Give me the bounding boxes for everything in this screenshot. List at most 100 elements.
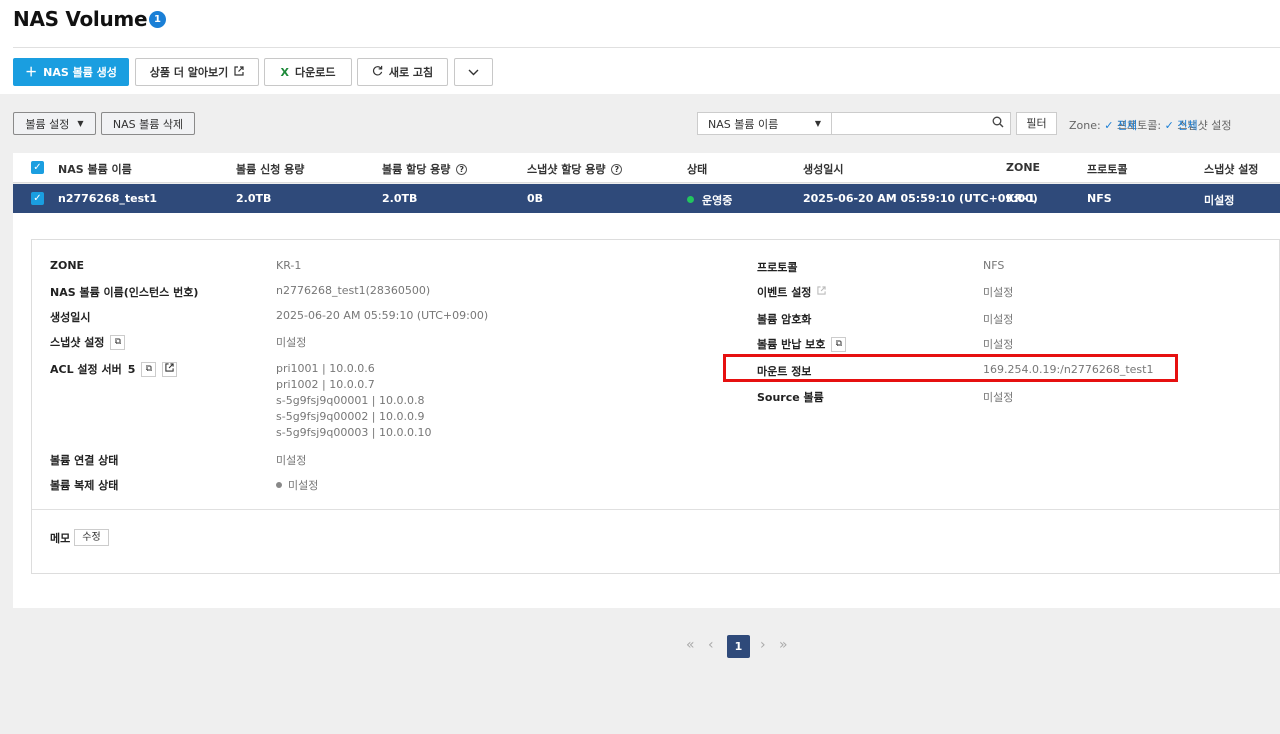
detail-connection-value: 미설정 — [276, 454, 307, 467]
detail-encryption-label: 볼륨 암호화 — [757, 313, 812, 326]
caret-down-icon: ▼ — [77, 119, 84, 128]
table-row[interactable]: ✓ n2776268_test1 2.0TB 2.0TB 0B 운영중 2025… — [13, 184, 1280, 213]
col-requested-capacity[interactable]: 볼륨 신청 용량 — [236, 161, 304, 177]
filter-zone-key: Zone: — [1069, 119, 1101, 132]
detail-replication-value: 미설정 — [276, 477, 318, 493]
col-zone[interactable]: ZONE — [1006, 161, 1040, 174]
download-label: 다운로드 — [295, 66, 336, 79]
detail-event-label-text: 이벤트 설정 — [757, 286, 812, 299]
detail-source-volume-label: Source 볼륨 — [757, 391, 824, 404]
plus-icon: ＋ — [25, 65, 38, 79]
search-input[interactable] — [838, 116, 978, 132]
external-link-icon[interactable] — [817, 286, 827, 298]
search-box — [832, 112, 1011, 135]
detail-connection-label: 볼륨 연결 상태 — [50, 454, 119, 467]
filter-button[interactable]: 필터 — [1016, 112, 1057, 135]
detail-acl-label-text: ACL 설정 서버 — [50, 363, 122, 376]
col-snapshot-setting[interactable]: 스냅샷 설정 — [1204, 161, 1258, 177]
detail-replication-value-text: 미설정 — [288, 479, 319, 492]
detail-protocol-value: NFS — [983, 259, 1005, 272]
more-dropdown-button[interactable] — [454, 58, 493, 86]
filter-zone-value: 전체 — [1116, 119, 1138, 132]
cell-snapshot: 미설정 — [1204, 194, 1235, 207]
memo-label: 메모 — [50, 532, 71, 545]
copy-icon[interactable]: ⧉ — [141, 361, 157, 377]
chevron-down-icon — [468, 66, 479, 79]
detail-zone-label: ZONE — [50, 259, 85, 272]
detail-source-volume-value: 미설정 — [983, 391, 1014, 404]
detail-zone-value: KR-1 — [276, 259, 302, 272]
next-page-icon[interactable]: › — [760, 637, 766, 653]
refresh-icon — [372, 65, 383, 79]
create-nas-volume-button[interactable]: ＋ NAS 볼륨 생성 — [13, 58, 129, 86]
detail-divider — [32, 509, 1280, 510]
excel-icon: X — [280, 65, 289, 79]
search-field-select[interactable]: NAS 볼륨 이름 ▼ — [697, 112, 832, 135]
prev-page-icon[interactable]: ‹ — [708, 637, 714, 653]
filter-protocol-value: 전체 — [1177, 119, 1198, 132]
help-icon[interactable]: ? — [611, 164, 623, 175]
copy-icon[interactable]: ⧉ — [110, 334, 126, 350]
refresh-button[interactable]: 새로 고침 — [357, 58, 448, 86]
search-field-selected: NAS 볼륨 이름 — [708, 117, 779, 131]
volume-settings-dropdown[interactable]: 볼륨 설정 ▼ — [13, 112, 96, 135]
col-created[interactable]: 생성일시 — [803, 161, 843, 177]
detail-event-value: 미설정 — [983, 286, 1014, 299]
detail-return-protection-label: 볼륨 반납 보호 ⧉ — [757, 336, 847, 352]
acl-server-item: pri1001 | 10.0.0.6 — [276, 362, 375, 375]
col-allocated-label: 볼륨 할당 용량 — [382, 163, 451, 176]
learn-more-button[interactable]: 상품 더 알아보기 — [135, 58, 259, 86]
cell-status-label: 운영중 — [702, 194, 733, 207]
detail-created-label: 생성일시 — [50, 311, 91, 324]
check-icon: ✓ — [1104, 119, 1114, 132]
cell-zone: KR-1 — [1006, 192, 1036, 205]
last-page-icon[interactable]: » — [779, 637, 788, 653]
page-title: NAS Volume — [13, 7, 148, 31]
cell-allocated: 2.0TB — [382, 192, 418, 205]
detail-snapshot-value: 미설정 — [276, 336, 307, 349]
detail-return-protection-label-text: 볼륨 반납 보호 — [757, 338, 826, 351]
download-button[interactable]: X 다운로드 — [264, 58, 352, 86]
detail-snapshot-label: 스냅샷 설정 ⧉ — [50, 334, 126, 350]
col-protocol[interactable]: 프로토콜 — [1087, 161, 1127, 177]
detail-replication-label: 볼륨 복제 상태 — [50, 479, 119, 492]
detail-volume-name-label: NAS 볼륨 이름(인스턴스 번호) — [50, 286, 199, 299]
learn-more-label: 상품 더 알아보기 — [149, 66, 229, 79]
cell-snapshot-alloc: 0B — [527, 192, 544, 205]
detail-encryption-value: 미설정 — [983, 313, 1014, 326]
copy-icon[interactable]: ⧉ — [831, 336, 847, 352]
col-volume-name[interactable]: NAS 볼륨 이름 — [58, 161, 132, 177]
delete-nas-volume-label: NAS 볼륨 삭제 — [112, 117, 184, 131]
detail-return-protection-value: 미설정 — [983, 338, 1014, 351]
cell-protocol: NFS — [1087, 192, 1112, 205]
mount-info-highlight — [723, 354, 1178, 382]
col-allocated-capacity[interactable]: 볼륨 할당 용량 ? — [382, 161, 468, 177]
header-divider — [13, 47, 1280, 48]
delete-nas-volume-button[interactable]: NAS 볼륨 삭제 — [101, 112, 195, 135]
row-checkbox[interactable]: ✓ — [31, 192, 44, 205]
table-header: ✓ NAS 볼륨 이름 볼륨 신청 용량 볼륨 할당 용량 ? 스냅샷 할당 용… — [13, 153, 1280, 183]
refresh-label: 새로 고침 — [388, 66, 434, 79]
detail-event-label: 이벤트 설정 — [757, 284, 827, 300]
col-snapshot-capacity-label: 스냅샷 할당 용량 — [527, 163, 606, 176]
memo-edit-button[interactable]: 수정 — [74, 529, 109, 546]
filter-zone[interactable]: Zone: ✓ 전체 — [1069, 119, 1137, 132]
volume-settings-label: 볼륨 설정 — [25, 117, 70, 131]
cell-created: 2025-06-20 AM 05:59:10 (UTC+09:00) — [803, 192, 1038, 205]
detail-acl-label: ACL 설정 서버 5 ⧉ — [50, 361, 178, 377]
col-snapshot-capacity[interactable]: 스냅샷 할당 용량 ? — [527, 161, 623, 177]
first-page-icon[interactable]: « — [686, 637, 695, 653]
check-icon: ✓ — [1164, 119, 1174, 132]
detail-protocol-label: 프로토콜 — [757, 261, 798, 274]
external-link-icon[interactable] — [162, 361, 178, 377]
col-status[interactable]: 상태 — [687, 161, 707, 177]
search-icon[interactable] — [992, 116, 1004, 131]
status-dot-icon — [687, 196, 694, 203]
acl-server-item: s-5g9fsj9q00001 | 10.0.0.8 — [276, 394, 425, 407]
select-all-checkbox[interactable]: ✓ — [31, 161, 44, 174]
detail-snapshot-label-text: 스냅샷 설정 — [50, 336, 105, 349]
help-icon[interactable]: ? — [456, 164, 468, 175]
external-link-icon — [234, 65, 244, 79]
create-nas-volume-label: NAS 볼륨 생성 — [43, 66, 117, 79]
page-current[interactable]: 1 — [727, 635, 750, 658]
